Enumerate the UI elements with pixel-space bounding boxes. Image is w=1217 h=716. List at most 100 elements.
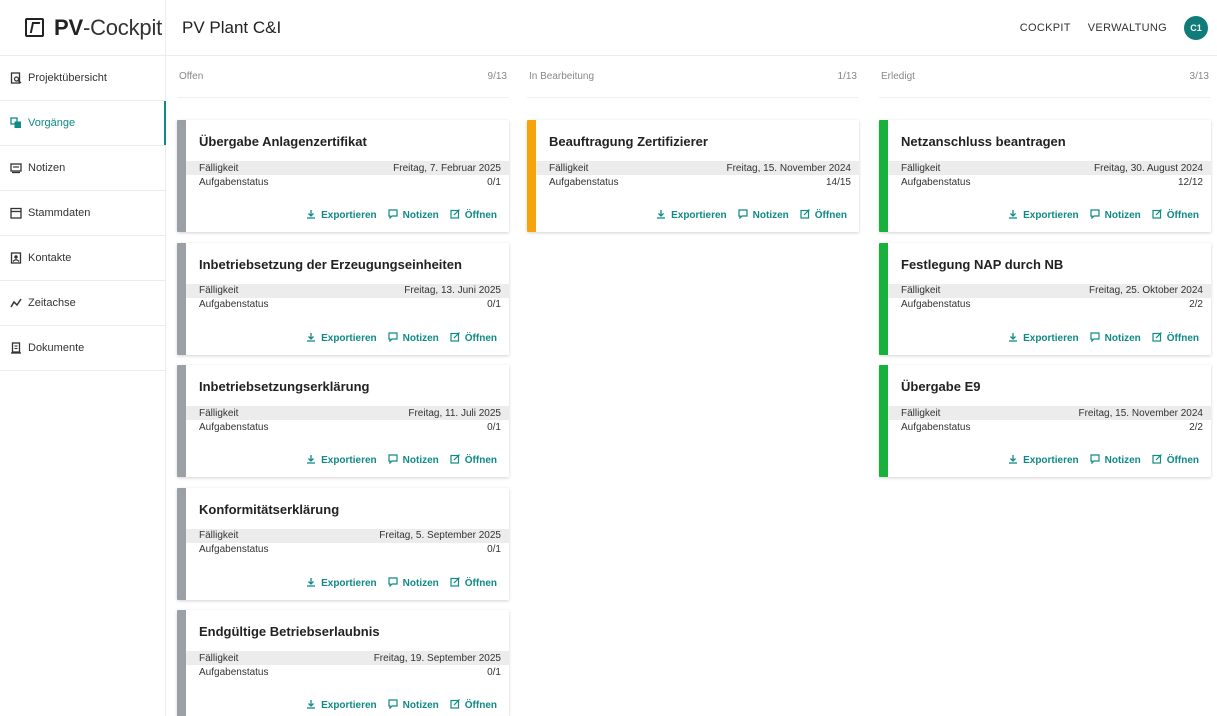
due-label: Fälligkeit [549, 162, 589, 174]
due-label: Fälligkeit [199, 285, 239, 296]
status-value: 0/1 [487, 421, 501, 433]
due-date: Freitag, 7. Februar 2025 [393, 162, 501, 174]
external-link-icon [450, 454, 465, 467]
task-card[interactable]: Inbetriebsetzungserklärung Fälligkeit Frei… [177, 365, 509, 477]
open-button[interactable]: Öffnen [450, 699, 497, 712]
export-button[interactable]: Exportieren [306, 577, 377, 590]
export-button[interactable]: Exportieren [306, 699, 377, 712]
card-title: Endgültige Betriebserlaubnis [199, 624, 380, 639]
column-in-bearbeitung: In Bearbeitung 1/13 Beauftragung Zertifi… [527, 56, 859, 232]
task-card[interactable]: Beauftragung Zertifizierer Fälligkeit Frei… [527, 120, 859, 232]
sidebar-item-label: Kontakte [28, 252, 72, 264]
notes-button[interactable]: Notizen [1090, 331, 1141, 345]
due-date: Freitag, 30. August 2024 [1094, 162, 1203, 174]
due-row: Fälligkeit Freitag, 25. Oktober 2024 [888, 283, 1211, 298]
tasks-icon [10, 117, 22, 129]
external-link-icon [450, 331, 465, 345]
external-link-icon [450, 699, 465, 712]
timeline-icon [10, 297, 22, 309]
nav-verwaltung-link[interactable]: VERWALTUNG [1088, 22, 1167, 34]
due-row: Fälligkeit Freitag, 5. September 2025 [186, 528, 509, 543]
column-title: Erledigt [881, 71, 915, 82]
open-button[interactable]: Öffnen [450, 209, 497, 222]
notes-button[interactable]: Notizen [388, 699, 439, 712]
logo-icon [25, 18, 44, 37]
task-card[interactable]: Inbetriebsetzung der Erzeugungseinheiten… [177, 242, 509, 355]
notes-button[interactable]: Notizen [388, 576, 439, 590]
open-button[interactable]: Öffnen [1152, 209, 1199, 222]
comment-icon [388, 576, 403, 590]
sidebar: Projektübersicht Vorgänge Notizen Stammd… [0, 56, 166, 716]
sidebar-item-notizen[interactable]: Notizen [0, 146, 165, 191]
task-card[interactable]: Festlegung NAP durch NB Fälligkeit Freitag… [879, 242, 1211, 355]
card-details: Fälligkeit Freitag, 13. Juni 2025 Aufgaben… [186, 283, 509, 312]
open-button[interactable]: Öffnen [1152, 454, 1199, 467]
comment-icon [1090, 331, 1105, 345]
contacts-icon [10, 252, 22, 264]
download-icon [656, 209, 671, 222]
sidebar-item-label: Projektübersicht [28, 72, 107, 84]
external-link-icon [1152, 454, 1167, 467]
export-button[interactable]: Exportieren [306, 332, 377, 345]
notes-button[interactable]: Notizen [388, 454, 439, 467]
task-card[interactable]: Endgültige Betriebserlaubnis Fälligkeit Fr… [177, 610, 509, 716]
user-avatar[interactable]: C1 [1184, 15, 1208, 40]
download-icon [306, 454, 321, 467]
notes-icon [10, 162, 22, 174]
notes-button[interactable]: Notizen [1090, 209, 1141, 222]
card-actions: Exportieren Notizen Öffnen [295, 699, 497, 712]
project-overview-icon [10, 72, 22, 84]
export-button[interactable]: Exportieren [306, 209, 377, 222]
sidebar-item-zeitachse[interactable]: Zeitachse [0, 281, 165, 326]
due-row: Fälligkeit Freitag, 30. August 2024 [888, 161, 1211, 175]
export-button[interactable]: Exportieren [656, 209, 727, 222]
open-button[interactable]: Öffnen [450, 454, 497, 467]
open-button[interactable]: Öffnen [800, 209, 847, 222]
card-actions: Exportieren Notizen Öffnen [295, 331, 497, 345]
card-title: Netzanschluss beantragen [901, 134, 1066, 149]
status-label: Aufgabenstatus [549, 176, 619, 188]
status-value: 0/1 [487, 176, 501, 188]
column-count: 9/13 [487, 71, 507, 82]
due-row: Fälligkeit Freitag, 13. Juni 2025 [186, 283, 509, 298]
task-card[interactable]: Übergabe Anlagenzertifikat Fälligkeit Frei… [177, 120, 509, 232]
due-label: Fälligkeit [199, 530, 239, 541]
status-value: 0/1 [487, 544, 501, 555]
card-actions: Exportieren Notizen Öffnen [997, 209, 1199, 222]
export-button[interactable]: Exportieren [1008, 209, 1079, 222]
export-button[interactable]: Exportieren [1008, 454, 1079, 467]
sidebar-item-kontakte[interactable]: Kontakte [0, 236, 165, 281]
card-actions: Exportieren Notizen Öffnen [295, 209, 497, 222]
due-label: Fälligkeit [199, 162, 239, 174]
sidebar-item-vorgaenge[interactable]: Vorgänge [0, 101, 166, 146]
export-button[interactable]: Exportieren [1008, 332, 1079, 345]
due-row: Fälligkeit Freitag, 11. Juli 2025 [186, 406, 509, 420]
due-label: Fälligkeit [199, 407, 239, 419]
task-card[interactable]: Konformitätserklärung Fälligkeit Freitag, … [177, 487, 509, 600]
external-link-icon [1152, 209, 1167, 222]
status-label: Aufgabenstatus [199, 176, 269, 188]
notes-button[interactable]: Notizen [388, 209, 439, 222]
open-button[interactable]: Öffnen [1152, 331, 1199, 345]
task-card[interactable]: Netzanschluss beantragen Fälligkeit Freita… [879, 120, 1211, 232]
due-row: Fälligkeit Freitag, 15. November 2024 [536, 161, 859, 175]
notes-button[interactable]: Notizen [388, 331, 439, 345]
status-label: Aufgabenstatus [199, 666, 269, 678]
download-icon [306, 209, 321, 222]
external-link-icon [800, 209, 815, 222]
card-title: Inbetriebsetzungserklärung [199, 379, 370, 394]
export-button[interactable]: Exportieren [306, 454, 377, 467]
open-button[interactable]: Öffnen [450, 331, 497, 345]
status-value: 0/1 [487, 299, 501, 310]
nav-cockpit-link[interactable]: COCKPIT [1020, 22, 1071, 34]
sidebar-item-dokumente[interactable]: Dokumente [0, 326, 165, 371]
open-button[interactable]: Öffnen [450, 576, 497, 590]
task-card[interactable]: Übergabe E9 Fälligkeit Freitag, 15. Novemb… [879, 365, 1211, 477]
app-logo[interactable]: PV-Cockpit [0, 0, 166, 56]
sidebar-item-projektuebersicht[interactable]: Projektübersicht [0, 56, 165, 101]
sidebar-item-label: Dokumente [28, 342, 85, 354]
notes-button[interactable]: Notizen [1090, 454, 1141, 467]
sidebar-item-stammdaten[interactable]: Stammdaten [0, 191, 165, 236]
notes-button[interactable]: Notizen [738, 209, 789, 222]
column-title: In Bearbeitung [529, 71, 595, 82]
